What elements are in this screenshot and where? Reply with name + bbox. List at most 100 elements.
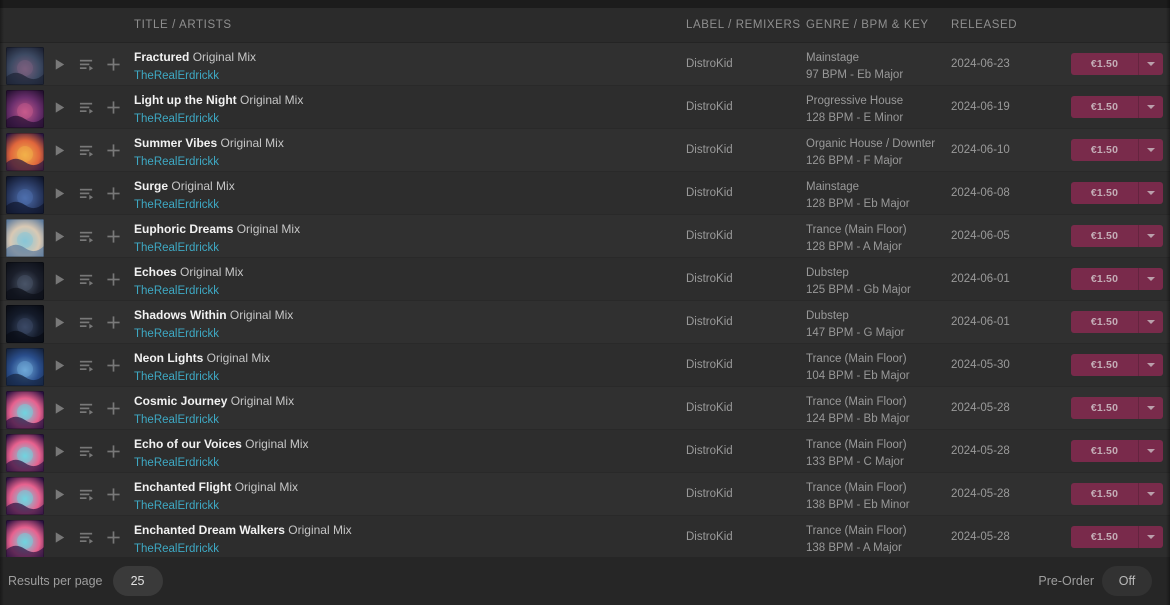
play-icon[interactable] <box>52 358 67 373</box>
track-mix[interactable]: Original Mix <box>235 480 298 494</box>
album-artwork[interactable] <box>6 47 44 85</box>
track-mix[interactable]: Original Mix <box>171 179 234 193</box>
add-to-playlist-icon[interactable] <box>106 358 121 373</box>
add-to-playlist-icon[interactable] <box>106 530 121 545</box>
buy-button[interactable]: €1.50 <box>1071 354 1163 376</box>
track-title[interactable]: Enchanted Flight <box>134 480 231 494</box>
track-mix[interactable]: Original Mix <box>230 308 293 322</box>
add-to-playlist-icon[interactable] <box>106 272 121 287</box>
chevron-down-icon[interactable] <box>1138 483 1163 505</box>
column-header-label[interactable]: LABEL / REMIXERS <box>686 19 801 31</box>
chevron-down-icon[interactable] <box>1138 225 1163 247</box>
track-artist[interactable]: TheRealErdrickk <box>134 154 664 171</box>
buy-button[interactable]: €1.50 <box>1071 139 1163 161</box>
track-row[interactable]: Light up the Night Original Mix TheRealEr… <box>0 86 1170 129</box>
track-row[interactable]: Echoes Original Mix TheRealErdrickk Distro… <box>0 258 1170 301</box>
track-genre[interactable]: Trance (Main Floor) <box>806 437 946 454</box>
track-genre[interactable]: Trance (Main Floor) <box>806 523 946 540</box>
chevron-down-icon[interactable] <box>1138 139 1163 161</box>
track-label[interactable]: DistroKid <box>686 402 733 414</box>
track-artist[interactable]: TheRealErdrickk <box>134 240 664 257</box>
buy-button[interactable]: €1.50 <box>1071 96 1163 118</box>
album-artwork[interactable] <box>6 477 44 515</box>
track-row[interactable]: Fractured Original Mix TheRealErdrickk Dis… <box>0 43 1170 86</box>
play-icon[interactable] <box>52 57 67 72</box>
buy-button[interactable]: €1.50 <box>1071 397 1163 419</box>
chevron-down-icon[interactable] <box>1138 440 1163 462</box>
track-mix[interactable]: Original Mix <box>240 93 303 107</box>
track-label[interactable]: DistroKid <box>686 316 733 328</box>
play-icon[interactable] <box>52 143 67 158</box>
chevron-down-icon[interactable] <box>1138 182 1163 204</box>
add-to-queue-icon[interactable] <box>79 444 94 459</box>
track-label[interactable]: DistroKid <box>686 488 733 500</box>
buy-button[interactable]: €1.50 <box>1071 53 1163 75</box>
track-label[interactable]: DistroKid <box>686 445 733 457</box>
track-row[interactable]: Euphoric Dreams Original Mix TheRealErdri… <box>0 215 1170 258</box>
add-to-queue-icon[interactable] <box>79 100 94 115</box>
track-title[interactable]: Cosmic Journey <box>134 394 227 408</box>
track-mix[interactable]: Original Mix <box>193 50 256 64</box>
track-artist[interactable]: TheRealErdrickk <box>134 455 664 472</box>
play-icon[interactable] <box>52 444 67 459</box>
chevron-down-icon[interactable] <box>1138 96 1163 118</box>
add-to-queue-icon[interactable] <box>79 487 94 502</box>
preorder-toggle-value[interactable]: Off <box>1102 566 1152 596</box>
play-icon[interactable] <box>52 229 67 244</box>
chevron-down-icon[interactable] <box>1138 397 1163 419</box>
track-title[interactable]: Surge <box>134 179 168 193</box>
chevron-down-icon[interactable] <box>1138 268 1163 290</box>
add-to-playlist-icon[interactable] <box>106 57 121 72</box>
track-row[interactable]: Enchanted Dream Walkers Original Mix TheR… <box>0 516 1170 557</box>
buy-button[interactable]: €1.50 <box>1071 440 1163 462</box>
add-to-queue-icon[interactable] <box>79 530 94 545</box>
track-label[interactable]: DistroKid <box>686 101 733 113</box>
track-mix[interactable]: Original Mix <box>231 394 294 408</box>
track-mix[interactable]: Original Mix <box>207 351 270 365</box>
album-artwork[interactable] <box>6 262 44 300</box>
play-icon[interactable] <box>52 487 67 502</box>
track-genre[interactable]: Progressive House <box>806 93 946 110</box>
track-label[interactable]: DistroKid <box>686 144 733 156</box>
play-icon[interactable] <box>52 401 67 416</box>
track-title[interactable]: Echo of our Voices <box>134 437 242 451</box>
track-artist[interactable]: TheRealErdrickk <box>134 412 664 429</box>
column-header-released[interactable]: RELEASED <box>951 19 1017 31</box>
add-to-queue-icon[interactable] <box>79 57 94 72</box>
add-to-queue-icon[interactable] <box>79 272 94 287</box>
track-row[interactable]: Summer Vibes Original Mix TheRealErdrickk… <box>0 129 1170 172</box>
album-artwork[interactable] <box>6 348 44 386</box>
track-row[interactable]: Shadows Within Original Mix TheRealErdric… <box>0 301 1170 344</box>
chevron-down-icon[interactable] <box>1138 526 1163 548</box>
add-to-playlist-icon[interactable] <box>106 444 121 459</box>
track-label[interactable]: DistroKid <box>686 230 733 242</box>
track-row[interactable]: Enchanted Flight Original Mix TheRealErdr… <box>0 473 1170 516</box>
add-to-queue-icon[interactable] <box>79 229 94 244</box>
track-mix[interactable]: Original Mix <box>245 437 308 451</box>
add-to-queue-icon[interactable] <box>79 186 94 201</box>
track-title[interactable]: Euphoric Dreams <box>134 222 233 236</box>
add-to-playlist-icon[interactable] <box>106 315 121 330</box>
track-title[interactable]: Enchanted Dream Walkers <box>134 523 285 537</box>
track-artist[interactable]: TheRealErdrickk <box>134 498 664 515</box>
track-label[interactable]: DistroKid <box>686 359 733 371</box>
buy-button[interactable]: €1.50 <box>1071 483 1163 505</box>
add-to-queue-icon[interactable] <box>79 315 94 330</box>
track-artist[interactable]: TheRealErdrickk <box>134 197 664 214</box>
album-artwork[interactable] <box>6 133 44 171</box>
chevron-down-icon[interactable] <box>1138 354 1163 376</box>
track-row[interactable]: Surge Original Mix TheRealErdrickk DistroK… <box>0 172 1170 215</box>
add-to-playlist-icon[interactable] <box>106 229 121 244</box>
track-title[interactable]: Neon Lights <box>134 351 203 365</box>
column-header-title[interactable]: TITLE / ARTISTS <box>134 19 232 31</box>
track-artist[interactable]: TheRealErdrickk <box>134 283 664 300</box>
track-label[interactable]: DistroKid <box>686 58 733 70</box>
add-to-playlist-icon[interactable] <box>106 100 121 115</box>
add-to-queue-icon[interactable] <box>79 143 94 158</box>
track-mix[interactable]: Original Mix <box>237 222 300 236</box>
track-title[interactable]: Fractured <box>134 50 189 64</box>
track-row[interactable]: Neon Lights Original Mix TheRealErdrickk D… <box>0 344 1170 387</box>
track-genre[interactable]: Mainstage <box>806 179 946 196</box>
play-icon[interactable] <box>52 315 67 330</box>
album-artwork[interactable] <box>6 305 44 343</box>
